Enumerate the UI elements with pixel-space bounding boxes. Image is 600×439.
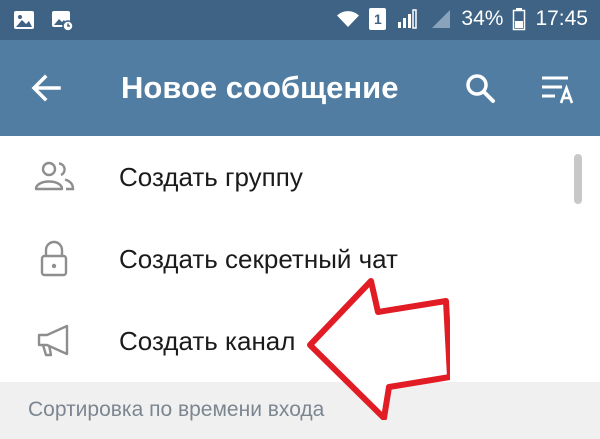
gallery-alarm-icon	[52, 11, 74, 32]
create-group-label: Создать группу	[119, 162, 303, 192]
new-message-menu: Создать группу Создать секретный чат Соз…	[0, 136, 600, 382]
sort-alphabet-icon	[542, 76, 574, 104]
search-icon	[466, 74, 495, 103]
wifi-icon	[337, 11, 360, 27]
page-title: Новое сообщение	[121, 70, 399, 105]
status-time: 17:45	[535, 7, 588, 30]
megaphone-icon	[37, 324, 69, 357]
create-channel-label: Создать канал	[119, 326, 296, 356]
signal-2-icon	[432, 10, 451, 28]
sort-section: Сортировка по времени входа	[0, 382, 600, 439]
signal-icon	[398, 9, 418, 29]
gallery-icon	[14, 11, 34, 29]
battery-percent: 34%	[461, 7, 504, 30]
search-button[interactable]	[460, 68, 500, 108]
status-bar: 1 34% 17:45	[0, 0, 600, 40]
lock-icon	[40, 240, 68, 277]
create-channel-item[interactable]: Создать канал	[0, 300, 560, 382]
group-icon	[34, 161, 75, 191]
back-button[interactable]	[26, 68, 66, 108]
sort-section-label: Сортировка по времени входа	[28, 398, 325, 421]
create-secret-chat-item[interactable]: Создать секретный чат	[0, 218, 560, 300]
sort-button[interactable]	[538, 68, 582, 108]
create-secret-chat-label: Создать секретный чат	[119, 244, 398, 274]
create-group-item[interactable]: Создать группу	[0, 136, 560, 218]
arrow-back-icon	[31, 74, 61, 102]
battery-icon	[513, 8, 526, 31]
app-bar: Новое сообщение	[0, 40, 600, 136]
scrollbar[interactable]	[574, 154, 582, 204]
status-notifications	[12, 8, 74, 32]
sim-slot-badge: 1	[369, 8, 387, 30]
status-indicators: 1 34% 17:45	[336, 7, 588, 31]
